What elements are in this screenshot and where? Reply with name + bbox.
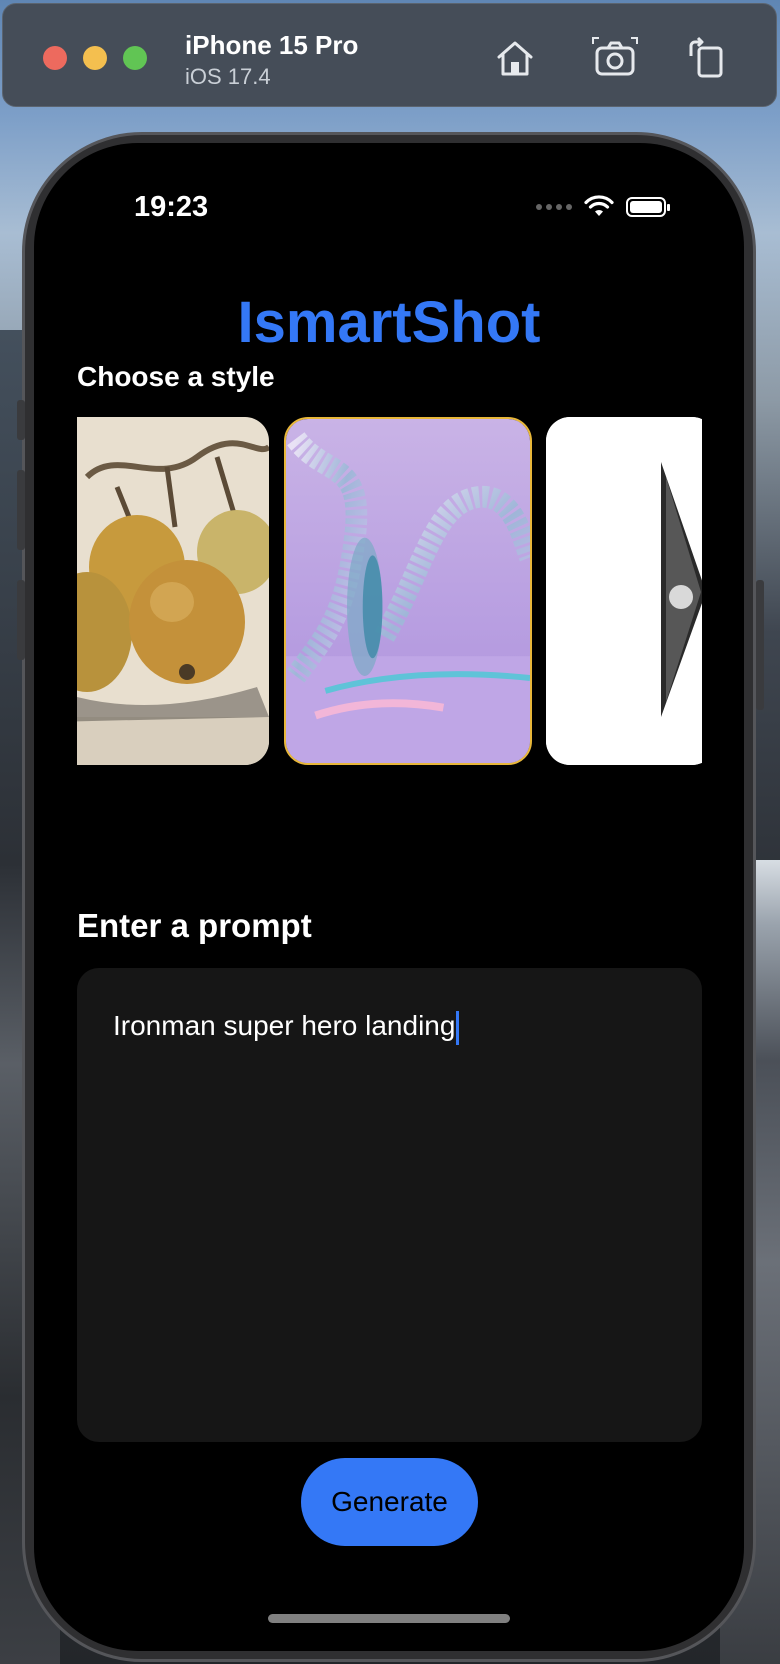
battery-icon: [626, 197, 670, 217]
rotate-icon[interactable]: [683, 34, 731, 82]
minimize-window-button[interactable]: [83, 46, 107, 70]
glass-abstract-image: [286, 419, 530, 763]
volume-up-button: [17, 470, 25, 550]
app-title: IsmartShot: [237, 290, 541, 355]
volume-down-button: [17, 580, 25, 660]
zoom-window-button[interactable]: [123, 46, 147, 70]
simulator-title-bar: iPhone 15 Pro iOS 17.4: [2, 3, 777, 107]
style-card-white-minimal[interactable]: [546, 417, 702, 765]
fruit-painting-image: [77, 417, 269, 765]
prompt-section-label: Enter a prompt: [77, 907, 312, 944]
action-button: [17, 400, 25, 440]
prompt-textarea[interactable]: Ironman super hero landing: [77, 968, 702, 1442]
status-time: 19:23: [134, 191, 209, 223]
wifi-icon: [584, 195, 614, 216]
simulator-device-name: iPhone 15 Pro: [185, 30, 359, 60]
simulator-os-version: iOS 17.4: [185, 64, 271, 89]
power-button: [756, 580, 764, 710]
status-icons: [536, 195, 670, 219]
home-icon[interactable]: [491, 34, 539, 82]
text-cursor: [456, 1010, 460, 1045]
phone-screen: 19:23 IsmartShot Choose a style Enter a …: [34, 143, 744, 1651]
prompt-value: Ironman super hero landing: [113, 1010, 456, 1041]
home-indicator[interactable]: [268, 1614, 510, 1623]
style-card-glass-abstract[interactable]: [284, 417, 532, 765]
generate-button[interactable]: Generate: [301, 1458, 478, 1546]
close-window-button[interactable]: [43, 46, 67, 70]
style-card-vintage-fruit[interactable]: [77, 417, 269, 765]
style-carousel[interactable]: [77, 417, 702, 767]
prompt-text-value[interactable]: Ironman super hero landing: [113, 1010, 460, 1045]
screenshot-icon[interactable]: [591, 34, 639, 82]
white-minimal-image: [546, 417, 702, 765]
cellular-dots-icon: [536, 204, 572, 210]
style-section-label: Choose a style: [77, 361, 275, 392]
